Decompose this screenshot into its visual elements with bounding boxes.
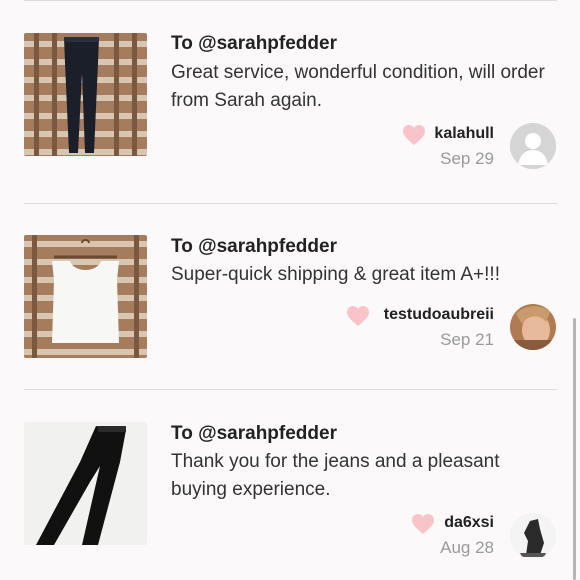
heart-icon (347, 306, 369, 326)
review-date: Sep 21 (440, 330, 494, 349)
reviewer-name[interactable]: da6xsi (444, 514, 494, 532)
heart-icon (412, 514, 434, 534)
divider (24, 0, 557, 1)
reviewer-name[interactable]: testudoaubreii (384, 306, 494, 324)
review-message: Great service, wonderful condition, will… (171, 62, 545, 111)
white-tank-top-photo[interactable] (24, 235, 147, 358)
divider (24, 203, 557, 204)
divider (24, 389, 557, 390)
heart-icon (403, 125, 425, 145)
review-recipient[interactable]: To @sarahpfedder (171, 33, 337, 55)
black-leggings-photo[interactable] (24, 33, 147, 156)
review-message: Super-quick shipping & great item A+!!! (171, 264, 500, 285)
reviewer-name[interactable]: kalahull (434, 125, 494, 143)
review-recipient[interactable]: To @sarahpfedder (171, 423, 337, 445)
black-jeans-photo[interactable] (24, 422, 147, 545)
default-user-avatar[interactable] (510, 123, 556, 169)
review-date: Sep 29 (440, 149, 494, 168)
user-photo-avatar[interactable] (510, 513, 556, 559)
review-recipient[interactable]: To @sarahpfedder (171, 236, 337, 258)
scrollbar[interactable] (573, 318, 576, 580)
review-date: Aug 28 (440, 538, 494, 557)
user-photo-avatar[interactable] (510, 304, 556, 350)
review-message: Thank you for the jeans and a pleasant b… (171, 451, 500, 500)
